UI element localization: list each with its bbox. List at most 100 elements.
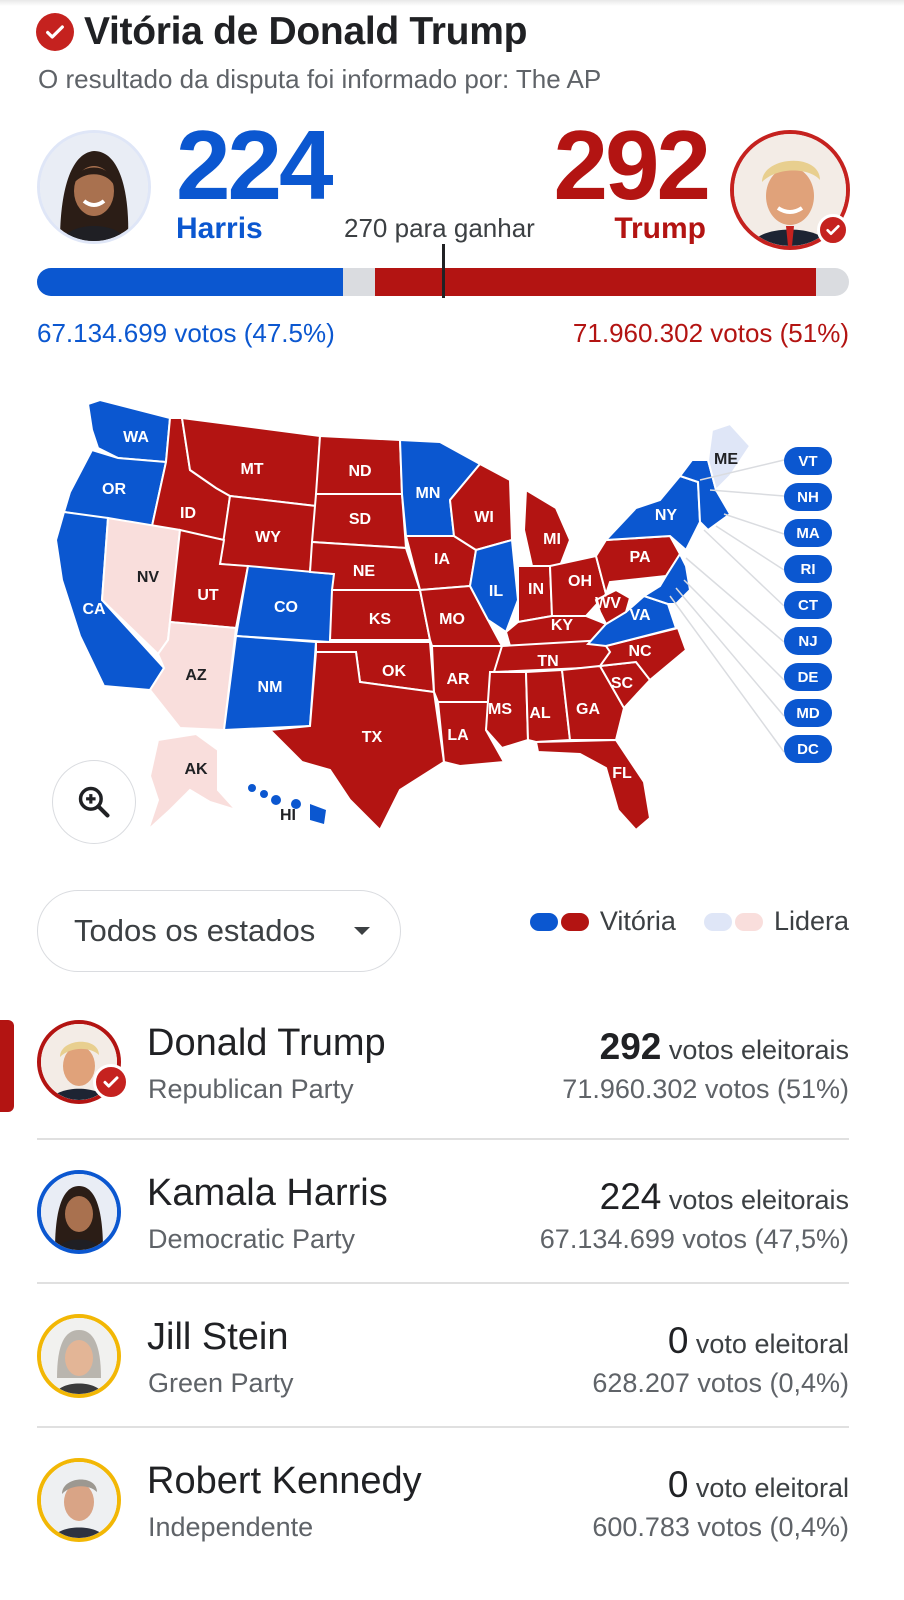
candidate-party: Republican Party	[148, 1074, 354, 1104]
candidate-name: Kamala Harris	[147, 1172, 388, 1214]
ev-label: voto eleitoral	[695, 1329, 849, 1359]
label-mi: MI	[543, 531, 561, 548]
small-state-label-vt: VT	[798, 453, 817, 470]
row-divider	[37, 1138, 849, 1140]
page-title: Vitória de Donald Trump	[84, 10, 528, 53]
candidate-popular-vote: 71.960.302 votos (51%)	[562, 1074, 849, 1104]
candidate-popular-vote: 67.134.699 votos (47,5%)	[539, 1224, 849, 1254]
state-filter-dropdown[interactable]: Todos os estados	[37, 890, 401, 972]
label-wv: WV	[595, 595, 621, 612]
candidate-electoral-votes: 0 voto eleitoral	[668, 1464, 849, 1506]
small-state-label-de: DE	[798, 669, 819, 686]
label-ms: MS	[488, 701, 512, 718]
harris-electoral-votes: 224	[176, 110, 334, 220]
trump-popular-vote: 71.960.302 votos (51%)	[572, 318, 849, 348]
zoom-in-icon	[78, 786, 110, 818]
candidate-party: Democratic Party	[148, 1224, 356, 1254]
candidate-name: Robert Kennedy	[147, 1460, 422, 1502]
label-nc: NC	[628, 643, 652, 660]
trump-winner-check-icon	[817, 214, 849, 246]
small-state-label-ma: MA	[796, 525, 819, 542]
ev-number: 224	[599, 1176, 662, 1217]
label-ok: OK	[382, 663, 406, 680]
harris-name: Harris	[176, 212, 263, 245]
label-il: IL	[489, 583, 503, 600]
label-wy: WY	[255, 529, 281, 546]
threshold-marker	[442, 244, 445, 298]
row-divider	[37, 1426, 849, 1428]
label-sc: SC	[611, 675, 634, 692]
small-state-label-ri: RI	[801, 561, 816, 578]
result-headline: Vitória de Donald Trump	[36, 10, 527, 54]
label-or: OR	[102, 481, 126, 498]
label-co: CO	[274, 599, 298, 616]
map-legend: Vitória Lidera	[529, 906, 849, 937]
state-mi[interactable]	[522, 488, 572, 567]
state-filter-label: Todos os estados	[74, 913, 316, 948]
harris-row-avatar	[37, 1170, 121, 1254]
label-id: ID	[180, 505, 196, 522]
label-mn: MN	[416, 485, 441, 502]
label-wa: WA	[123, 429, 149, 446]
state-fl[interactable]	[534, 738, 652, 832]
label-al: AL	[529, 705, 551, 722]
label-ia: IA	[434, 551, 450, 568]
candidate-party: Green Party	[148, 1368, 294, 1398]
small-state-pills: VT NH MA RI CT NJ DE MD DC	[784, 447, 832, 763]
label-mt: MT	[240, 461, 263, 478]
candidate-row-harris[interactable]: Kamala Harris Democratic Party 224 votos…	[37, 1170, 849, 1314]
legend-win-label: Vitória	[599, 906, 676, 936]
label-nm: NM	[258, 679, 283, 696]
legend-lead-label: Lidera	[773, 906, 849, 936]
candidate-party: Independente	[148, 1512, 314, 1542]
uncalled-bar-segment	[342, 268, 376, 296]
candidate-row-stein[interactable]: Jill Stein Green Party 0 voto eleitoral …	[37, 1314, 849, 1458]
us-results-map[interactable]: WA OR CA ID NV MT WY UT AZ CO NM ND SD N…	[40, 390, 870, 850]
label-wi: WI	[474, 509, 494, 526]
trump-name: Trump	[614, 212, 706, 245]
dem-lead-swatch	[703, 912, 732, 931]
small-state-label-nj: NJ	[798, 633, 817, 650]
small-state-label-nh: NH	[797, 489, 819, 506]
label-ks: KS	[369, 611, 392, 628]
label-mo: MO	[439, 611, 465, 628]
ev-number: 292	[599, 1026, 662, 1067]
zoom-button[interactable]	[52, 760, 136, 844]
label-pa: PA	[629, 549, 650, 566]
kennedy-row-avatar	[37, 1458, 121, 1542]
label-in: IN	[528, 581, 544, 598]
small-state-label-md: MD	[796, 705, 819, 722]
trump-electoral-votes: 292	[553, 110, 711, 220]
label-la: LA	[447, 727, 469, 744]
label-va: VA	[629, 607, 650, 624]
winner-check-icon	[36, 13, 74, 51]
label-ky: KY	[551, 617, 574, 634]
label-oh: OH	[568, 573, 592, 590]
label-hi: HI	[280, 807, 296, 824]
label-ny: NY	[655, 507, 678, 524]
row-divider	[37, 1282, 849, 1284]
label-ne: NE	[353, 563, 376, 580]
ev-number: 0	[667, 1464, 689, 1505]
harris-popular-vote: 67.134.699 votos (47.5%)	[37, 318, 335, 348]
ev-number: 0	[667, 1320, 689, 1361]
threshold-label: 270 para ganhar	[344, 213, 535, 243]
state-ak[interactable]	[145, 732, 240, 834]
candidate-row-kennedy[interactable]: Robert Kennedy Independente 0 voto eleit…	[37, 1458, 849, 1600]
label-sd: SD	[349, 511, 371, 528]
dem-win-swatch	[529, 912, 558, 931]
label-ar: AR	[446, 671, 470, 688]
label-nv: NV	[137, 569, 160, 586]
small-state-label-dc: DC	[797, 741, 819, 758]
candidate-electoral-votes: 292 votos eleitorais	[600, 1026, 849, 1068]
label-me: ME	[714, 451, 738, 468]
candidate-row-trump[interactable]: Donald Trump Republican Party 292 votos …	[37, 1020, 849, 1164]
harris-avatar[interactable]	[37, 130, 151, 244]
dropdown-arrow-icon	[354, 927, 370, 935]
label-az: AZ	[185, 667, 207, 684]
label-ga: GA	[576, 701, 600, 718]
label-ak: AK	[184, 761, 208, 778]
ev-label: votos eleitorais	[668, 1185, 849, 1215]
selected-row-indicator	[0, 1020, 14, 1112]
rep-lead-swatch	[734, 912, 763, 931]
